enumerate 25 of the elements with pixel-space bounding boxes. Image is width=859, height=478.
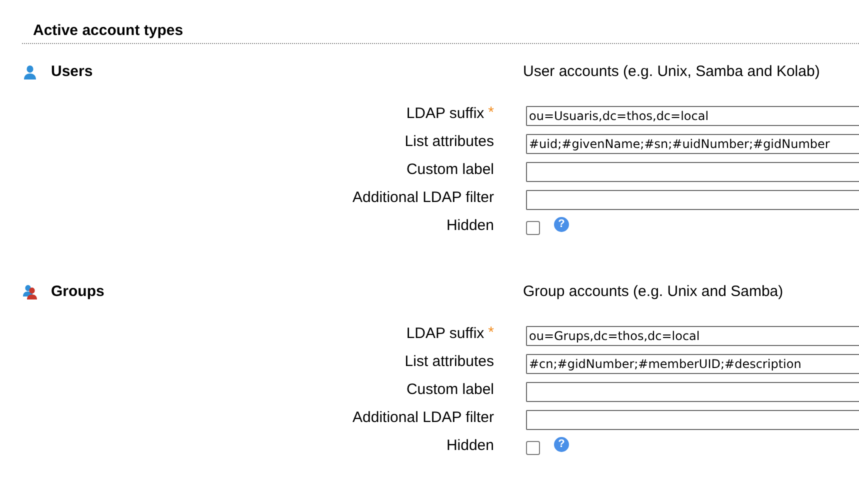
field-label: Custom label (406, 380, 494, 399)
account-type-description: Group accounts (e.g. Unix and Samba) (523, 283, 784, 300)
field-label: Additional LDAP filter (352, 188, 494, 207)
input-field[interactable]: ou=Grups,dc=thos,dc=local (526, 326, 859, 346)
checkbox[interactable] (526, 440, 540, 454)
account-type-name: Users (51, 63, 93, 80)
required-mark: * (488, 104, 494, 121)
required-mark: * (488, 324, 494, 341)
field-label: Hidden (446, 436, 494, 455)
input-field[interactable]: #uid;#givenName;#sn;#uidNumber;#gidNumber (526, 134, 859, 154)
checkbox[interactable] (526, 220, 540, 234)
field-label: Custom label (406, 160, 494, 179)
field-label: List attributes (404, 352, 494, 371)
field-label: Additional LDAP filter (352, 408, 494, 427)
input-field[interactable]: #cn;#gidNumber;#memberUID;#description (526, 354, 859, 374)
field-label: LDAP suffix (406, 104, 484, 123)
user-icon (22, 64, 38, 80)
account-type-description: User accounts (e.g. Unix, Samba and Kolab) (523, 63, 820, 80)
section-heading: Active account types (33, 22, 184, 41)
input-field[interactable]: ou=Usuaris,dc=thos,dc=local (526, 106, 859, 126)
field-label: LDAP suffix (406, 324, 484, 343)
user-group-icon (22, 284, 38, 300)
field-label: Hidden (446, 216, 494, 235)
account-type-name: Groups (51, 283, 104, 300)
field-label: List attributes (404, 132, 494, 151)
